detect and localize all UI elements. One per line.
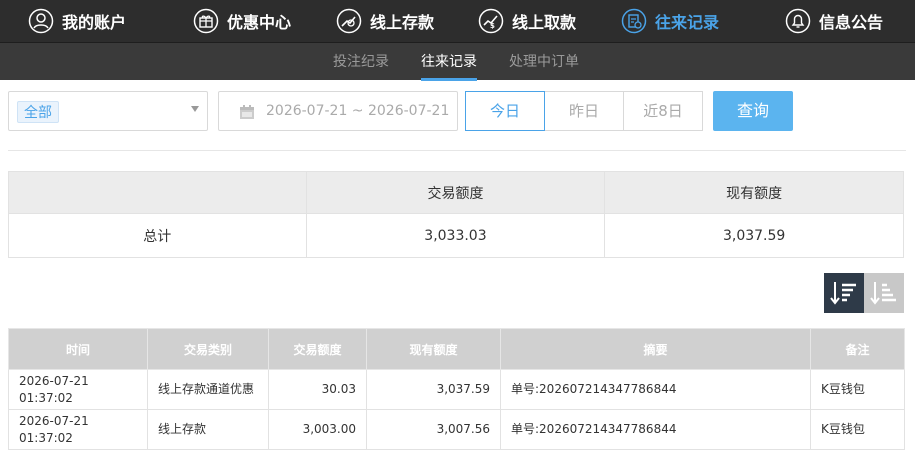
row-time: 2026-07-21 01:37:02 xyxy=(8,369,148,410)
summary-total-row: 总计 3,033.03 3,037.59 xyxy=(8,213,904,258)
query-button[interactable]: 查询 xyxy=(713,91,793,131)
sub-navigation: 投注纪录 往来记录 处理中订单 xyxy=(0,42,915,81)
selected-type-tag: 全部 xyxy=(17,101,59,123)
summary-header-balance: 现有额度 xyxy=(604,171,904,214)
row-time: 2026-07-21 01:37:02 xyxy=(8,409,148,450)
row-remark: K豆钱包 xyxy=(810,369,905,410)
divider xyxy=(8,150,906,151)
user-icon xyxy=(28,8,54,34)
transaction-type-select[interactable]: 全部 xyxy=(8,91,208,131)
tab-pending-orders[interactable]: 处理中订单 xyxy=(509,43,579,81)
summary-header-amount: 交易额度 xyxy=(305,171,606,214)
nav-my-account[interactable]: 我的账户 xyxy=(28,0,126,42)
row-summary: 单号:202607214347786844 xyxy=(500,409,811,450)
sort-descending-button[interactable] xyxy=(824,273,864,313)
nav-label: 往来记录 xyxy=(655,13,720,32)
nav-label: 优惠中心 xyxy=(227,13,292,32)
column-header-balance[interactable]: 现有额度 xyxy=(366,328,501,370)
row-balance: 3,007.56 xyxy=(366,409,501,450)
date-range-text: 2026-07-21 ~ 2026-07-21 xyxy=(266,103,450,119)
transaction-table: 时间 交易类别 交易额度 现有额度 摘要 备注 2026-07-21 01:37… xyxy=(8,328,905,450)
total-amount: 3,033.03 xyxy=(305,213,606,258)
row-amount: 30.03 xyxy=(268,369,367,410)
column-header-time[interactable]: 时间 xyxy=(8,328,148,370)
column-header-summary[interactable]: 摘要 xyxy=(500,328,811,370)
summary-header-blank xyxy=(8,171,307,214)
nav-promotions[interactable]: 优惠中心 xyxy=(193,0,291,42)
row-amount: 3,003.00 xyxy=(268,409,367,450)
total-balance: 3,037.59 xyxy=(604,213,904,258)
top-navigation: 我的账户 优惠中心 线上存款 $ 线上取款 往来记录 信息公告 xyxy=(0,0,915,42)
gift-icon xyxy=(193,8,219,34)
column-header-amount[interactable]: 交易额度 xyxy=(268,328,367,370)
summary-header-row: 交易额度 现有额度 xyxy=(8,171,904,214)
record-icon xyxy=(621,8,647,34)
nav-label: 线上取款 xyxy=(512,13,577,32)
nav-label: 线上存款 xyxy=(370,13,435,32)
svg-text:$: $ xyxy=(490,22,495,30)
nav-transaction-records[interactable]: 往来记录 xyxy=(621,0,719,42)
nav-announcements[interactable]: 信息公告 xyxy=(785,0,883,42)
total-label: 总计 xyxy=(8,213,307,258)
sort-descending-icon xyxy=(830,282,856,305)
column-header-type[interactable]: 交易类别 xyxy=(147,328,269,370)
yesterday-button[interactable]: 昨日 xyxy=(544,91,624,131)
today-button[interactable]: 今日 xyxy=(465,91,545,131)
row-type: 线上存款 xyxy=(147,409,269,450)
chevron-down-icon xyxy=(191,106,199,112)
row-balance: 3,037.59 xyxy=(366,369,501,410)
withdraw-icon: $ xyxy=(478,8,504,34)
last-8-days-button[interactable]: 近8日 xyxy=(623,91,703,131)
table-row: 2026-07-21 01:37:02 线上存款通道优惠 30.03 3,037… xyxy=(8,369,905,410)
calendar-icon xyxy=(240,105,254,119)
row-type: 线上存款通道优惠 xyxy=(147,369,269,410)
deposit-icon xyxy=(336,8,362,34)
table-row: 2026-07-21 01:37:02 线上存款 3,003.00 3,007.… xyxy=(8,409,905,450)
sort-ascending-button[interactable] xyxy=(864,273,904,313)
sort-ascending-icon xyxy=(870,282,896,305)
nav-label: 信息公告 xyxy=(819,13,884,32)
nav-withdraw[interactable]: $ 线上取款 xyxy=(478,0,576,42)
tab-bet-records[interactable]: 投注纪录 xyxy=(333,43,389,81)
nav-deposit[interactable]: 线上存款 xyxy=(336,0,434,42)
table-header-row: 时间 交易类别 交易额度 现有额度 摘要 备注 xyxy=(8,328,905,370)
date-range-picker[interactable]: 2026-07-21 ~ 2026-07-21 xyxy=(218,91,458,131)
column-header-remark[interactable]: 备注 xyxy=(810,328,905,370)
nav-label: 我的账户 xyxy=(62,13,127,32)
bell-icon xyxy=(785,8,811,34)
tab-transaction-records[interactable]: 往来记录 xyxy=(421,43,477,81)
summary-table: 交易额度 现有额度 总计 3,033.03 3,037.59 xyxy=(8,171,904,258)
row-remark: K豆钱包 xyxy=(810,409,905,450)
row-summary: 单号:202607214347786844 xyxy=(500,369,811,410)
